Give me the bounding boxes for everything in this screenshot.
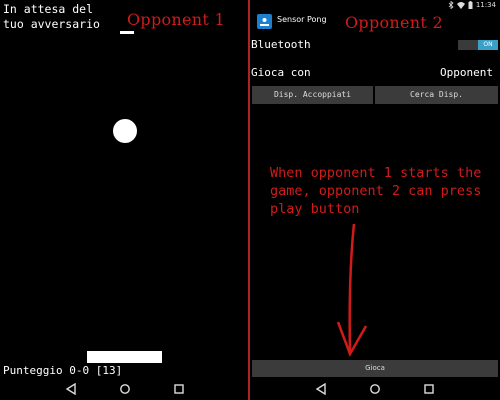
opponent-1-label: Opponent 1: [127, 10, 226, 29]
paired-devices-button[interactable]: Disp. Accoppiati: [252, 86, 373, 104]
play-with-label: Gioca con: [251, 66, 311, 79]
search-devices-button[interactable]: Cerca Disp.: [375, 86, 498, 104]
home-icon[interactable]: [368, 382, 382, 396]
back-icon[interactable]: [314, 382, 328, 396]
bluetooth-label: Bluetooth: [251, 38, 311, 51]
bluetooth-toggle[interactable]: ON: [458, 40, 498, 50]
opponent-2-label: Opponent 2: [345, 13, 444, 32]
recents-icon[interactable]: [422, 382, 436, 396]
opponent-2-screen: 11:34 Sensor Pong Opponent 2 Bluetooth O…: [250, 0, 500, 400]
back-icon[interactable]: [64, 382, 78, 396]
player-paddle[interactable]: [87, 351, 162, 363]
score-text: Punteggio 0-0 [13]: [3, 364, 123, 377]
wifi-icon: [456, 2, 465, 9]
opponent-1-screen: In attesa del tuo avversario Opponent 1 …: [0, 0, 248, 400]
annotation-text: When opponent 1 starts the game, opponen…: [270, 165, 482, 217]
app-icon: [257, 14, 272, 29]
battery-icon: [468, 1, 473, 9]
status-bar: 11:34: [250, 0, 500, 11]
recents-icon[interactable]: [172, 382, 186, 396]
bluetooth-icon: [448, 1, 454, 9]
navigation-bar: [0, 378, 248, 400]
play-button[interactable]: Gioca: [252, 360, 498, 377]
opponent-name: Opponent 1: [440, 66, 500, 79]
waiting-text: In attesa del tuo avversario: [3, 2, 100, 31]
status-icons: 11:34: [448, 1, 496, 9]
ball: [113, 119, 137, 143]
navigation-bar: [250, 378, 500, 400]
bluetooth-toggle-state: ON: [478, 40, 498, 50]
opponent-paddle: [120, 31, 134, 34]
app-title: Sensor Pong: [277, 15, 327, 24]
annotation-arrow-icon: [336, 223, 368, 357]
status-time: 11:34: [475, 1, 496, 9]
home-icon[interactable]: [118, 382, 132, 396]
